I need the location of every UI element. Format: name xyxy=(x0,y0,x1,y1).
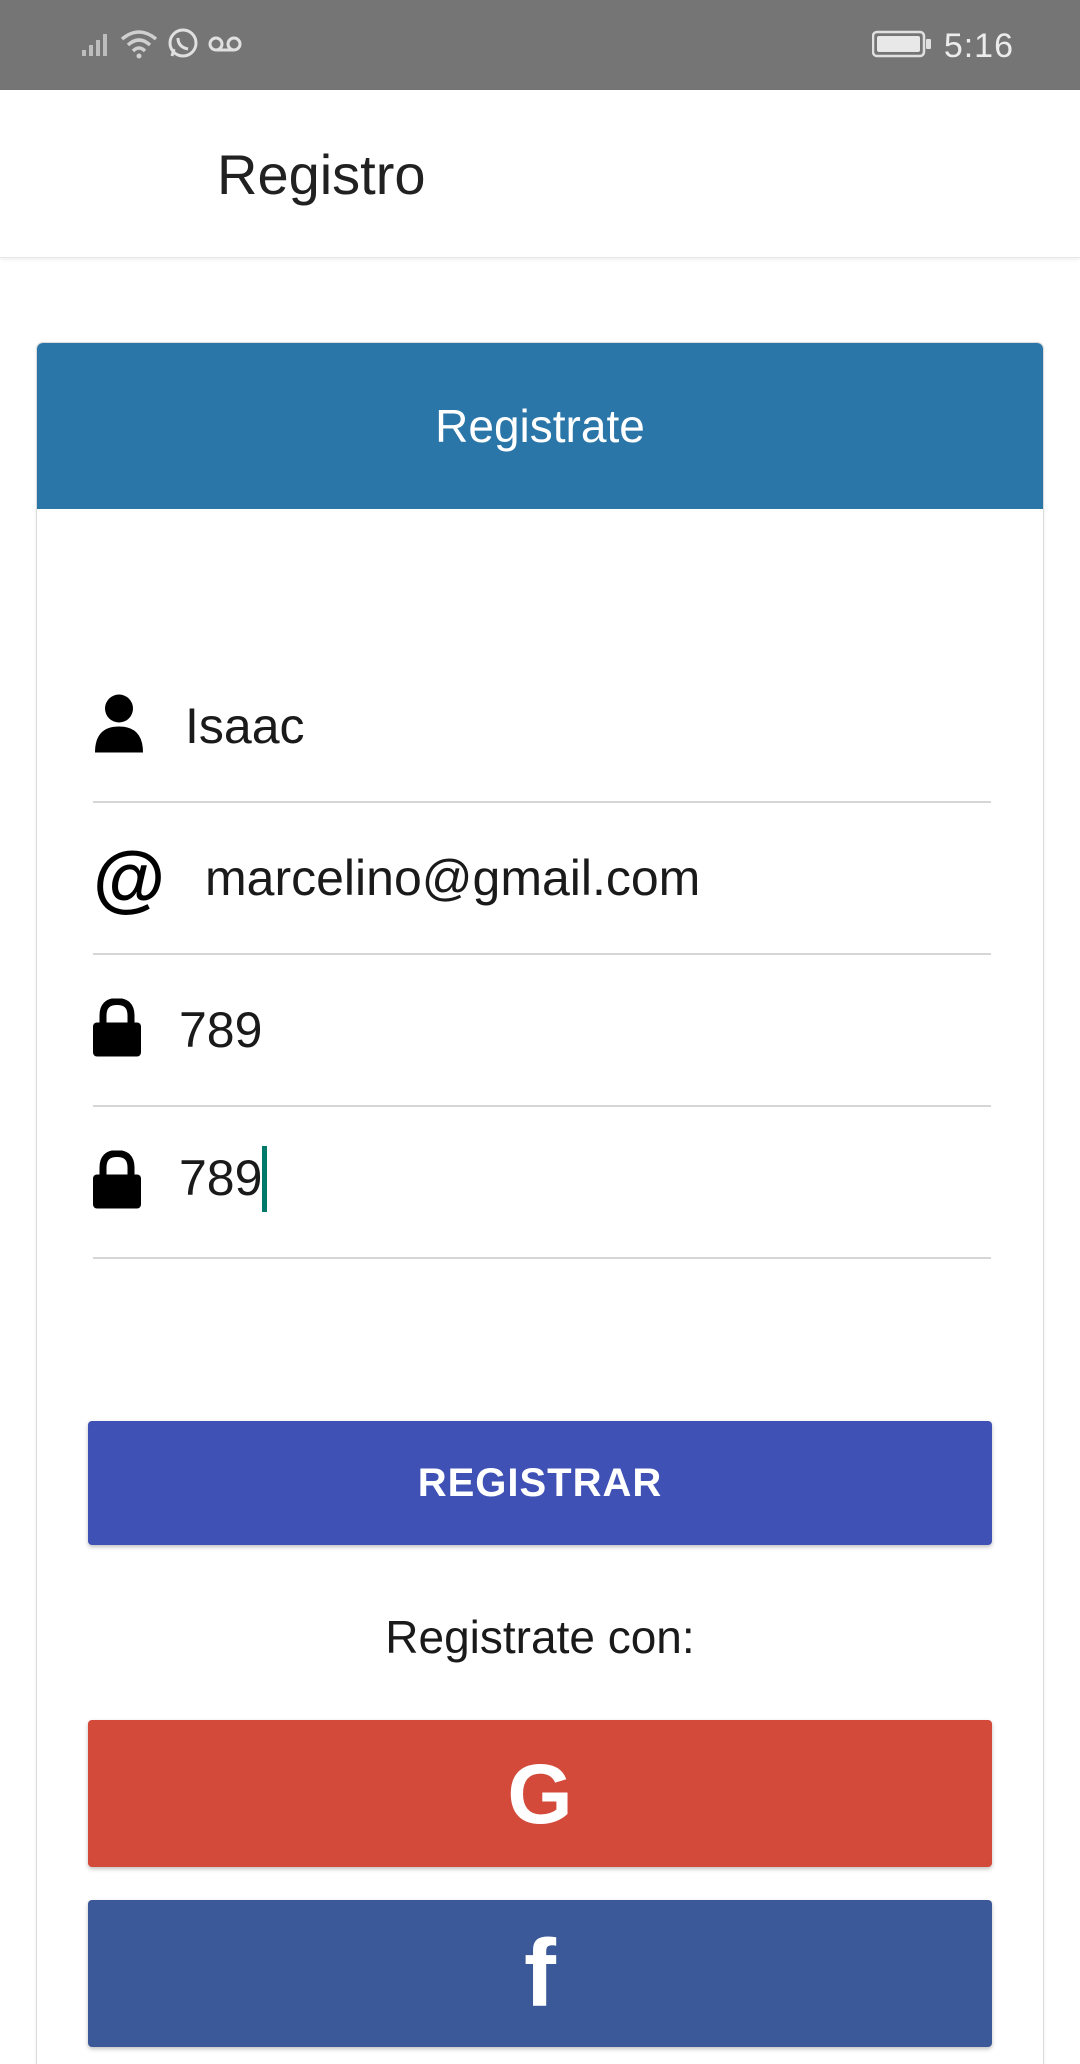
whatsapp-icon xyxy=(166,27,200,66)
user-icon xyxy=(93,693,145,760)
email-value[interactable]: marcelino@gmail.com xyxy=(205,849,700,907)
screen: 5:16 Registro Registrate Isaac @ marceli… xyxy=(0,0,1080,2064)
status-icons-left xyxy=(82,28,242,64)
lock-icon xyxy=(93,997,141,1062)
status-icons-right: 5:16 xyxy=(871,24,1014,68)
google-icon: G xyxy=(507,1746,573,1841)
facebook-icon: f xyxy=(524,1919,556,2027)
confirm-password-field[interactable]: 789 xyxy=(93,1107,991,1259)
at-sign-icon: @ xyxy=(93,836,166,919)
card-header: Registrate xyxy=(37,343,1043,509)
page-title: Registro xyxy=(217,143,426,206)
name-value[interactable]: Isaac xyxy=(185,697,305,755)
name-field[interactable]: Isaac xyxy=(93,651,991,803)
password-field[interactable]: 789 xyxy=(93,955,991,1107)
signal-icon xyxy=(82,32,112,61)
email-field[interactable]: @ marcelino@gmail.com xyxy=(93,803,991,955)
wifi-icon xyxy=(120,29,158,64)
register-button[interactable]: REGISTRAR xyxy=(88,1421,992,1545)
facebook-signin-button[interactable]: f xyxy=(88,1900,992,2047)
voicemail-icon xyxy=(208,34,242,59)
lock-icon xyxy=(93,1149,141,1214)
register-with-label: Registrate con: xyxy=(385,1611,695,1663)
battery-icon xyxy=(871,30,932,63)
confirm-password-value[interactable]: 789 xyxy=(179,1146,268,1215)
text-caret xyxy=(262,1146,268,1212)
status-time: 5:16 xyxy=(943,26,1014,65)
app-bar: Registro xyxy=(0,90,1080,258)
google-signin-button[interactable]: G xyxy=(88,1720,992,1867)
status-bar: 5:16 xyxy=(0,0,1080,90)
password-value[interactable]: 789 xyxy=(179,1001,262,1059)
